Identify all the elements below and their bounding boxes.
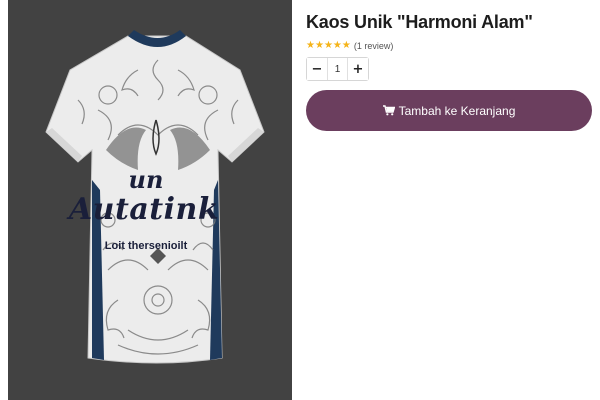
quantity-stepper: − + xyxy=(306,57,369,81)
review-count-link[interactable]: (1 review) xyxy=(354,41,394,51)
rating-stars: ★ ★ ★ ★ ★ xyxy=(306,41,351,51)
star-icon: ★ xyxy=(332,40,342,51)
star-icon: ★ xyxy=(323,40,333,51)
star-icon: ★ xyxy=(341,40,351,51)
star-icon: ★ xyxy=(306,40,315,51)
product-info: Kaos Unik "Harmoni Alam" ★ ★ ★ ★ ★ (1 re… xyxy=(306,10,594,131)
star-icon: ★ xyxy=(314,40,324,51)
product-image-gallery[interactable]: un Autatink Loit thersenioilt xyxy=(8,0,292,400)
shirt-print-small-text: un xyxy=(128,165,164,194)
quantity-input[interactable] xyxy=(327,58,348,80)
add-to-cart-label: Tambah ke Keranjang xyxy=(398,103,516,118)
shirt-print-subtitle: Loit thersenioilt xyxy=(104,240,188,252)
shirt-print-big-text: Autatink xyxy=(68,192,220,227)
product-title: Kaos Unik "Harmoni Alam" xyxy=(306,12,533,32)
product-rating[interactable]: ★ ★ ★ ★ ★ (1 review) xyxy=(306,39,594,53)
add-to-cart-button[interactable]: Tambah ke Keranjang xyxy=(306,90,592,131)
quantity-increase-button[interactable]: + xyxy=(348,58,368,80)
quantity-decrease-button[interactable]: − xyxy=(307,58,327,80)
cart-icon xyxy=(382,105,395,116)
